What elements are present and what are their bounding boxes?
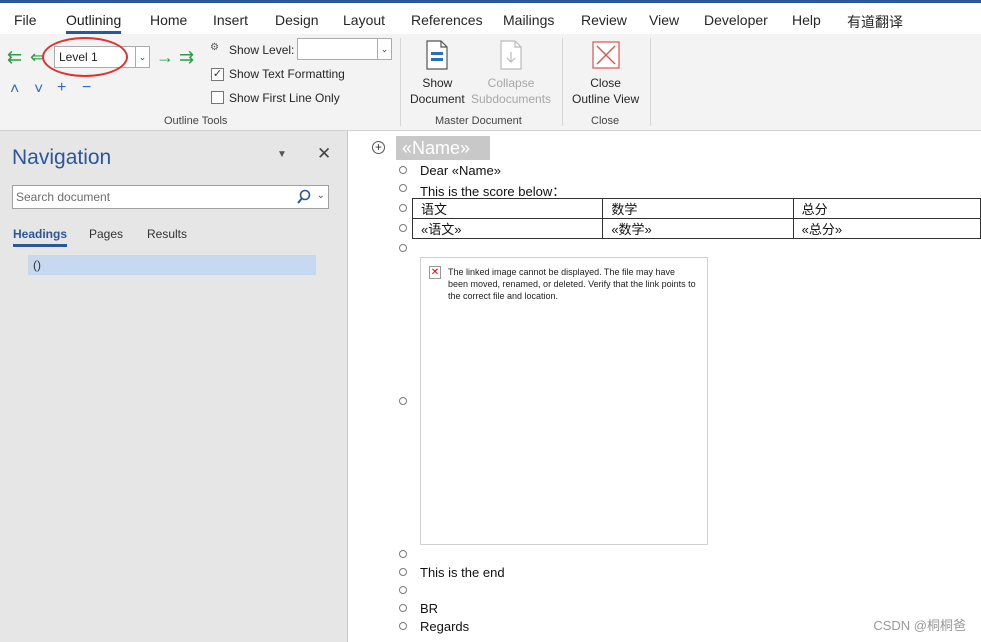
tab-file[interactable]: File: [14, 12, 37, 28]
collapse-subdocuments-button[interactable]: Collapse Subdocuments: [471, 75, 551, 107]
search-icon[interactable]: [296, 188, 312, 206]
show-document-icon[interactable]: [424, 40, 450, 70]
close-label-1: Close: [590, 76, 621, 90]
broken-image-icon: ✕: [429, 266, 441, 279]
table-header-cell: 数学: [602, 198, 794, 219]
promote-to-heading1-icon[interactable]: ⇇: [7, 48, 22, 66]
table-cell: «语文»: [411, 218, 604, 239]
chevron-down-icon[interactable]: ⌄: [135, 47, 149, 67]
table-cell: «总分»: [792, 218, 981, 239]
tab-insert[interactable]: Insert: [213, 12, 248, 28]
expand-heading-icon[interactable]: +: [372, 141, 385, 154]
tab-results[interactable]: Results: [147, 227, 187, 241]
collapse-icon[interactable]: −: [82, 79, 91, 97]
table-header-cell: 语文: [411, 198, 604, 219]
ribbon: ⇇ ⇐ Level 1 ⌄ → ⇉ ˄ ˅ + − ⚙ Show Level: …: [0, 34, 981, 131]
show-level-select[interactable]: ⌄: [297, 38, 392, 60]
table-cell: «数学»: [602, 218, 794, 239]
show-text-formatting-label: Show Text Formatting: [229, 67, 345, 81]
bullet-icon[interactable]: [399, 550, 407, 558]
expand-icon[interactable]: +: [57, 79, 66, 97]
tab-layout[interactable]: Layout: [343, 12, 385, 28]
move-up-icon[interactable]: ˄: [10, 81, 19, 99]
heading-name-text: «Name»: [402, 138, 471, 158]
close-icon[interactable]: ✕: [317, 144, 331, 164]
collapse-subdocuments-icon[interactable]: [498, 40, 524, 70]
watermark: CSDN @桐桐爸: [873, 618, 966, 633]
group-divider: [562, 38, 563, 126]
master-document-group-label: Master Document: [435, 115, 522, 127]
search-document-field[interactable]: Search document ⌄: [12, 185, 329, 209]
bullet-icon[interactable]: [399, 586, 407, 594]
bullet-icon[interactable]: [399, 397, 407, 405]
heading-name-field[interactable]: «Name»: [396, 136, 490, 160]
dear-line: Dear «Name»: [420, 163, 501, 178]
end-line: This is the end: [420, 565, 505, 580]
outline-tools-group-label: Outline Tools: [164, 115, 228, 127]
document-area[interactable]: + «Name» Dear «Name» This is the score b…: [349, 131, 981, 642]
tab-developer[interactable]: Developer: [704, 12, 768, 28]
show-document-label-1: Show: [422, 76, 453, 90]
heading-item-label: (): [33, 258, 41, 272]
tab-mailings[interactable]: Mailings: [503, 12, 554, 28]
close-label-2: Outline View: [572, 92, 640, 106]
br-line: BR: [420, 601, 439, 616]
bullet-icon[interactable]: [399, 204, 407, 212]
bullet-icon[interactable]: [399, 244, 407, 252]
table-header-cell: 总分: [792, 198, 981, 219]
heading-item[interactable]: (): [28, 255, 316, 275]
show-text-formatting-checkbox[interactable]: ✓: [211, 68, 224, 81]
demote-to-body-text-icon[interactable]: ⇉: [179, 48, 194, 66]
broken-image-message: The linked image cannot be displayed. Th…: [448, 267, 696, 301]
show-level-icon: ⚙: [210, 42, 219, 53]
ribbon-tabs: File Outlining Home Insert Design Layout…: [0, 0, 981, 34]
bullet-icon[interactable]: [399, 166, 407, 174]
show-document-label-2: Document: [410, 92, 465, 106]
collapse-label-2: Subdocuments: [471, 92, 552, 106]
tab-pages[interactable]: Pages: [89, 227, 123, 241]
show-first-line-only-checkbox[interactable]: [211, 91, 224, 104]
bullet-icon[interactable]: [399, 224, 407, 232]
show-first-line-only-label: Show First Line Only: [229, 91, 340, 105]
tab-view[interactable]: View: [649, 12, 679, 28]
collapse-label-1: Collapse: [487, 76, 535, 90]
broken-image-placeholder: ✕ The linked image cannot be displayed. …: [420, 257, 708, 545]
tab-help[interactable]: Help: [792, 12, 821, 28]
tab-outlining[interactable]: Outlining: [66, 12, 122, 34]
regards-line: Regards: [420, 619, 470, 634]
tab-youdao-translate[interactable]: 有道翻译: [847, 12, 903, 32]
chevron-down-icon[interactable]: ⌄: [317, 190, 325, 201]
navigation-title: Navigation: [12, 146, 112, 169]
tab-home[interactable]: Home: [150, 12, 187, 28]
table-row: «语文» «数学» «总分»: [411, 218, 981, 239]
close-group-label: Close: [591, 115, 620, 127]
tab-references[interactable]: References: [411, 12, 483, 28]
tab-design[interactable]: Design: [275, 12, 319, 28]
move-down-icon[interactable]: ˅: [34, 81, 43, 99]
group-divider: [400, 38, 401, 126]
close-outline-view-button[interactable]: Close Outline View: [572, 75, 639, 107]
bullet-icon[interactable]: [399, 622, 407, 630]
red-annotation-circle: [42, 37, 128, 77]
score-table: 语文 数学 总分 «语文» «数学» «总分»: [411, 198, 981, 239]
show-document-button[interactable]: Show Document: [410, 75, 465, 107]
bullet-icon[interactable]: [399, 184, 407, 192]
table-row: 语文 数学 总分: [411, 198, 981, 219]
tab-review[interactable]: Review: [581, 12, 627, 28]
search-document-placeholder: Search document: [16, 190, 111, 204]
show-level-label: Show Level:: [229, 43, 295, 57]
pane-options-chevron-icon[interactable]: ▼: [277, 149, 287, 160]
close-outline-view-icon[interactable]: [592, 41, 620, 69]
navigation-pane: Navigation ▼ ✕ Search document ⌄ Heading…: [0, 131, 348, 642]
bullet-icon[interactable]: [399, 568, 407, 576]
tab-headings[interactable]: Headings: [13, 227, 68, 247]
bullet-icon[interactable]: [399, 604, 407, 612]
demote-icon[interactable]: →: [156, 48, 174, 66]
chevron-down-icon[interactable]: ⌄: [377, 39, 391, 59]
group-divider: [650, 38, 651, 126]
